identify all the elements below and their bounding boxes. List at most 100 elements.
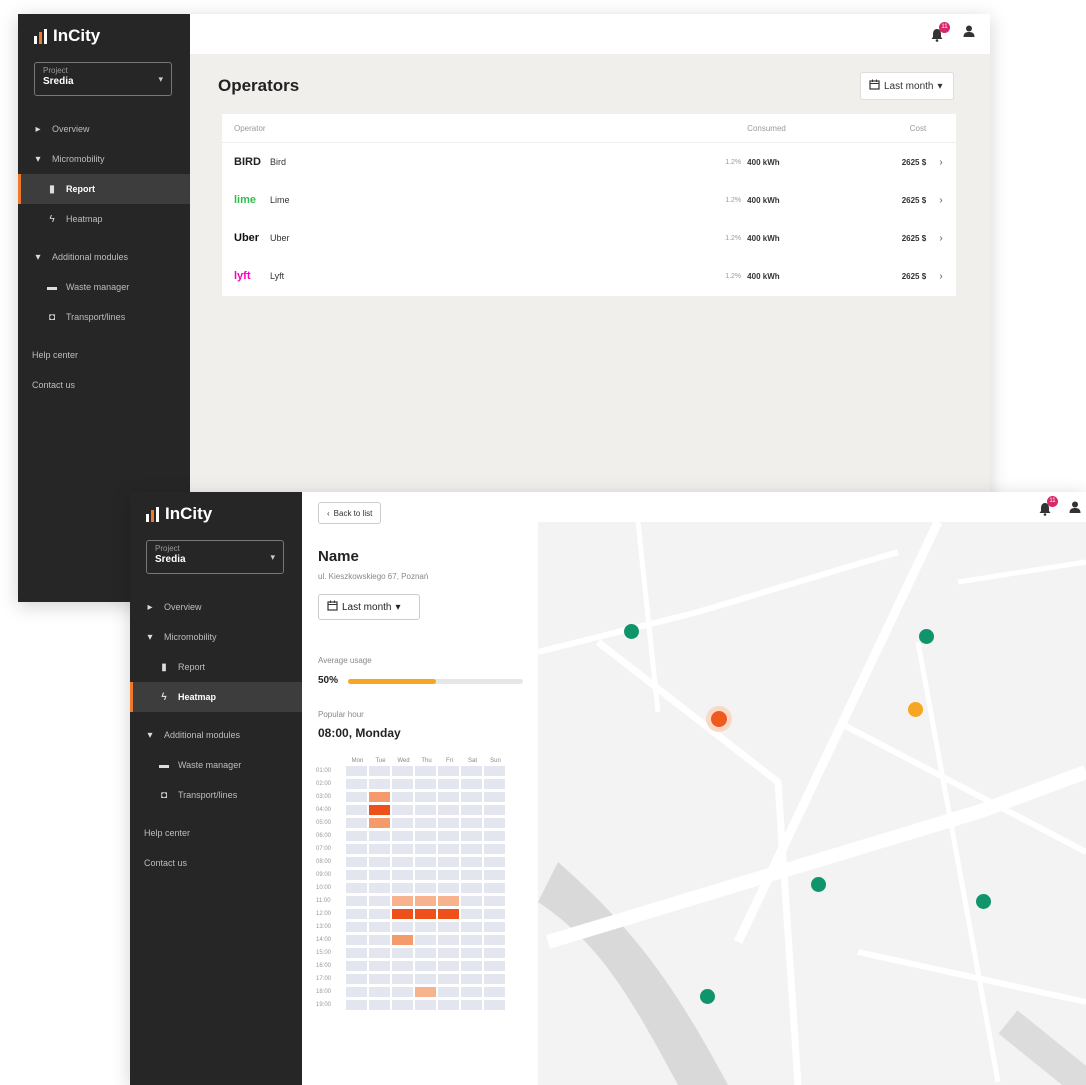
heatmap-cell[interactable] [369, 973, 390, 984]
heatmap-cell[interactable] [415, 869, 436, 880]
heatmap-cell[interactable] [392, 947, 413, 958]
map-marker-yellow[interactable] [908, 702, 923, 717]
heatmap-cell[interactable] [369, 999, 390, 1010]
project-select[interactable]: Project Sredia ▾ [34, 62, 172, 96]
sidebar-item-micromobility[interactable]: ▾ Micromobility [18, 144, 190, 174]
heatmap-cell[interactable] [392, 986, 413, 997]
heatmap-cell[interactable] [438, 999, 459, 1010]
heatmap-cell[interactable] [438, 934, 459, 945]
notification-bell-icon[interactable]: 11 [1038, 496, 1058, 516]
heatmap-cell[interactable] [392, 843, 413, 854]
heatmap-cell[interactable] [461, 895, 482, 906]
heatmap-cell[interactable] [484, 895, 505, 906]
heatmap-cell[interactable] [392, 791, 413, 802]
heatmap-cell[interactable] [392, 856, 413, 867]
heatmap-cell[interactable] [369, 960, 390, 971]
heatmap-cell[interactable] [461, 778, 482, 789]
heatmap-cell[interactable] [484, 908, 505, 919]
heatmap-cell[interactable] [392, 934, 413, 945]
heatmap-cell[interactable] [346, 973, 367, 984]
heatmap-cell[interactable] [461, 908, 482, 919]
heatmap-cell[interactable] [346, 960, 367, 971]
heatmap-cell[interactable] [438, 895, 459, 906]
heatmap-cell[interactable] [438, 791, 459, 802]
heatmap-cell[interactable] [392, 908, 413, 919]
heatmap-cell[interactable] [346, 986, 367, 997]
sidebar-item-help[interactable]: Help center [130, 818, 302, 848]
heatmap-cell[interactable] [369, 947, 390, 958]
heatmap-cell[interactable] [392, 921, 413, 932]
heatmap-cell[interactable] [461, 817, 482, 828]
sidebar-item-additional[interactable]: ▾ Additional modules [130, 720, 302, 750]
heatmap-cell[interactable] [369, 856, 390, 867]
sidebar-item-transport[interactable]: ◘ Transport/lines [130, 780, 302, 810]
map-marker-green[interactable] [976, 894, 991, 909]
heatmap-cell[interactable] [369, 817, 390, 828]
heatmap-cell[interactable] [415, 986, 436, 997]
sidebar-item-report[interactable]: ▮ Report [130, 652, 302, 682]
heatmap-cell[interactable] [415, 895, 436, 906]
heatmap-cell[interactable] [484, 830, 505, 841]
heatmap-cell[interactable] [392, 804, 413, 815]
heatmap-cell[interactable] [484, 986, 505, 997]
heatmap-cell[interactable] [484, 856, 505, 867]
heatmap-cell[interactable] [346, 778, 367, 789]
heatmap-cell[interactable] [438, 856, 459, 867]
heatmap-cell[interactable] [461, 947, 482, 958]
heatmap-cell[interactable] [461, 999, 482, 1010]
heatmap-cell[interactable] [369, 804, 390, 815]
heatmap-cell[interactable] [346, 843, 367, 854]
table-row[interactable]: lime Lime 1.2% 400 kWh 2625 $ › [222, 181, 956, 219]
heatmap-cell[interactable] [392, 973, 413, 984]
heatmap-cell[interactable] [392, 765, 413, 776]
heatmap-cell[interactable] [484, 960, 505, 971]
heatmap-cell[interactable] [415, 960, 436, 971]
heatmap-cell[interactable] [438, 869, 459, 880]
heatmap-cell[interactable] [438, 921, 459, 932]
heatmap-cell[interactable] [346, 934, 367, 945]
sidebar-item-report[interactable]: ▮ Report [18, 174, 190, 204]
sidebar-item-additional[interactable]: ▾ Additional modules [18, 242, 190, 272]
table-row[interactable]: BIRD Bird 1.2% 400 kWh 2625 $ › [222, 143, 956, 181]
map-marker-green[interactable] [919, 629, 934, 644]
heatmap-cell[interactable] [369, 895, 390, 906]
heatmap-cell[interactable] [461, 934, 482, 945]
heatmap-cell[interactable] [461, 869, 482, 880]
heatmap-cell[interactable] [438, 947, 459, 958]
heatmap-cell[interactable] [461, 856, 482, 867]
chevron-right-icon[interactable]: › [926, 157, 956, 168]
table-row[interactable]: Uber Uber 1.2% 400 kWh 2625 $ › [222, 219, 956, 257]
map-marker-green[interactable] [811, 877, 826, 892]
heatmap-cell[interactable] [369, 765, 390, 776]
heatmap-cell[interactable] [415, 765, 436, 776]
sidebar-item-waste[interactable]: ▬ Waste manager [130, 750, 302, 780]
heatmap-cell[interactable] [461, 986, 482, 997]
heatmap-cell[interactable] [392, 882, 413, 893]
heatmap-cell[interactable] [369, 882, 390, 893]
heatmap-cell[interactable] [346, 882, 367, 893]
heatmap-cell[interactable] [346, 999, 367, 1010]
heatmap-cell[interactable] [438, 765, 459, 776]
heatmap-cell[interactable] [346, 817, 367, 828]
map[interactable] [538, 522, 1086, 1085]
heatmap-cell[interactable] [415, 908, 436, 919]
heatmap-cell[interactable] [346, 895, 367, 906]
chevron-right-icon[interactable]: › [926, 233, 956, 244]
heatmap-cell[interactable] [415, 791, 436, 802]
heatmap-cell[interactable] [438, 882, 459, 893]
heatmap-cell[interactable] [484, 934, 505, 945]
heatmap-cell[interactable] [415, 921, 436, 932]
heatmap-cell[interactable] [369, 934, 390, 945]
heatmap-cell[interactable] [369, 869, 390, 880]
heatmap-cell[interactable] [415, 843, 436, 854]
heatmap-cell[interactable] [392, 999, 413, 1010]
heatmap-cell[interactable] [346, 765, 367, 776]
chevron-right-icon[interactable]: › [926, 195, 956, 206]
map-marker-green[interactable] [700, 989, 715, 1004]
heatmap-cell[interactable] [484, 973, 505, 984]
heatmap-cell[interactable] [346, 856, 367, 867]
heatmap-cell[interactable] [438, 830, 459, 841]
heatmap-cell[interactable] [346, 791, 367, 802]
sidebar-item-help[interactable]: Help center [18, 340, 190, 370]
heatmap-cell[interactable] [346, 869, 367, 880]
